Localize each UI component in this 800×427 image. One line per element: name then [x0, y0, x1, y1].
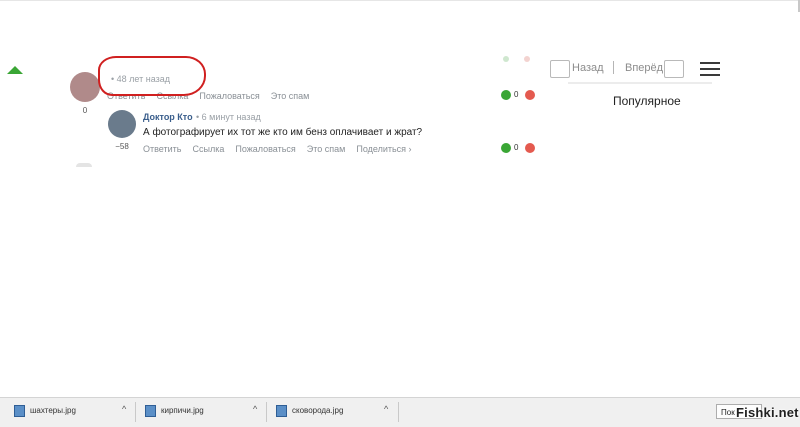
report-link[interactable]: Пожаловаться — [235, 144, 295, 154]
avatar[interactable] — [70, 72, 100, 102]
comment-actions: Ответить Ссылка Пожаловаться Это спам Подели… — [143, 144, 423, 154]
watermark: Fishki.net — [736, 405, 799, 420]
back-arrow-icon[interactable] — [550, 60, 570, 78]
permalink-link[interactable]: Ссылка — [192, 144, 224, 154]
upvote-icon[interactable] — [501, 90, 511, 100]
reply-link[interactable]: Ответить — [143, 144, 181, 154]
forward-arrow-icon[interactable] — [664, 60, 684, 78]
vote-count: 0 — [514, 143, 519, 152]
avatar-partial — [76, 163, 92, 167]
forward-button[interactable]: Вперёд — [625, 62, 663, 74]
avatar[interactable] — [108, 110, 136, 138]
comment-timestamp: • 6 минут назад — [196, 112, 261, 122]
download-item[interactable]: сковорода.jpg ^ — [272, 402, 399, 422]
divider — [266, 402, 267, 422]
chevron-up-icon[interactable]: ^ — [253, 404, 257, 414]
downvote-icon[interactable] — [525, 143, 535, 153]
download-filename: сковорода.jpg — [292, 406, 344, 415]
image-file-icon — [145, 405, 156, 417]
comment-text: А фотографирует их тот же кто им бенз оп… — [143, 127, 423, 138]
report-link[interactable]: Пожаловаться — [199, 91, 259, 101]
popular-heading[interactable]: Популярное — [613, 94, 681, 108]
user-rating: 0 — [82, 106, 88, 115]
back-button[interactable]: Назад — [572, 62, 604, 74]
spam-link[interactable]: Это спам — [271, 91, 310, 101]
download-filename: шахтеры.jpg — [30, 406, 76, 415]
share-link[interactable]: Поделиться › — [356, 144, 411, 154]
scroll-up-arrow-icon[interactable] — [7, 66, 23, 74]
chevron-up-icon[interactable]: ^ — [384, 404, 388, 414]
spam-link[interactable]: Это спам — [307, 144, 346, 154]
downvote-icon-faded — [524, 56, 530, 62]
nav-divider — [613, 61, 614, 74]
hamburger-menu-icon[interactable] — [700, 62, 720, 80]
downvote-icon[interactable] — [525, 90, 535, 100]
divider — [135, 402, 136, 422]
download-filename: кирпичи.jpg — [161, 406, 204, 415]
comment-author-link[interactable]: Доктор Кто — [143, 112, 193, 122]
vote-count: 0 — [514, 90, 519, 99]
user-rating: −58 — [115, 142, 129, 151]
upvote-icon[interactable] — [501, 143, 511, 153]
divider — [398, 402, 399, 422]
upvote-icon-faded — [503, 56, 509, 62]
download-item[interactable]: кирпичи.jpg ^ — [141, 402, 268, 422]
download-item[interactable]: шахтеры.jpg ^ — [10, 402, 137, 422]
image-file-icon — [14, 405, 25, 417]
window-top-border — [0, 0, 800, 1]
nav-panel-edge — [568, 82, 712, 84]
red-annotation-circle — [98, 56, 206, 96]
image-file-icon — [276, 405, 287, 417]
chevron-up-icon[interactable]: ^ — [122, 404, 126, 414]
